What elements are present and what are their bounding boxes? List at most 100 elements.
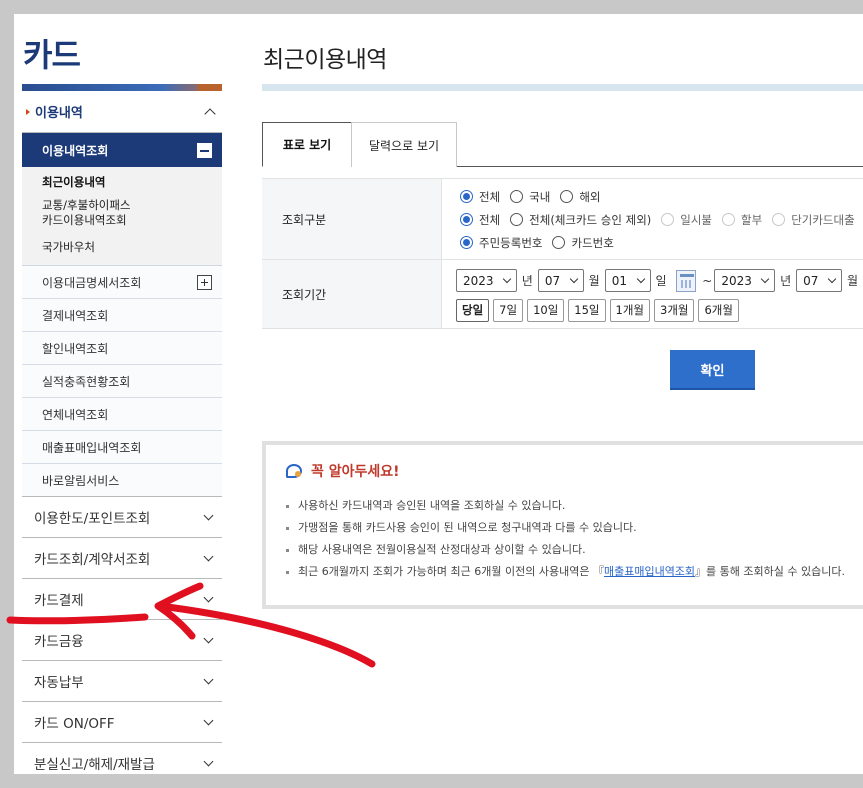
sidebar-subitem-voucher[interactable]: 국가바우처 [42, 232, 222, 259]
expand-icon[interactable] [197, 274, 212, 290]
end-year-select[interactable]: 2023 [714, 269, 776, 292]
sidebar-item-label: 매출표매입내역조회 [42, 440, 142, 455]
radio-installment[interactable]: 할부 [722, 212, 762, 228]
sidebar-item-statement[interactable]: 이용대금명세서조회 [22, 266, 222, 299]
radio-overseas[interactable]: 해외 [560, 189, 601, 205]
start-year-select[interactable]: 2023 [456, 269, 517, 292]
period-buttons: 당일 7일 10일 15일 1개월 3개월 6개월 [456, 298, 863, 322]
sidebar-title: 카드 [23, 36, 81, 74]
sidebar-item-label: 바로알림서비스 [42, 473, 120, 488]
notice-item: 사용하신 카드내역과 승인된 내역을 조회하실 수 있습니다. [286, 495, 863, 517]
sidebar-item-payment-history[interactable]: 결제내역조회 [22, 299, 222, 332]
form-value: 2023 년 07 월 01 일 ~ 2023 년 07 월 당일 7일 10일 [442, 260, 863, 328]
period-7d-button[interactable]: 7일 [493, 298, 524, 322]
sidebar-section-usage[interactable]: 이용내역 [22, 91, 222, 133]
sidebar-item-label: 이용대금명세서조회 [42, 275, 142, 290]
sidebar-menu-label: 분실신고/해제/재발급 [34, 757, 155, 773]
sidebar-menu-card-payment[interactable]: 카드결제 [22, 579, 222, 620]
sidebar-subitem-recent[interactable]: 최근이용내역 [42, 171, 222, 194]
radio-checked-icon [460, 213, 473, 226]
tab-calendar-view[interactable]: 달력으로 보기 [351, 122, 457, 167]
form-row-period: 조회기간 2023 년 07 월 01 일 ~ 2023 년 07 월 당일 7… [262, 260, 863, 329]
sidebar-menu-label: 카드결제 [34, 593, 84, 609]
sidebar-item-label: 연체내역조회 [42, 407, 109, 422]
notice-item: 최근 6개월까지 조회가 가능하며 최근 6개월 이전의 사용내역은 『매출표매… [286, 561, 863, 583]
radio-label: 일시불 [680, 212, 713, 227]
period-today-button[interactable]: 당일 [456, 298, 490, 322]
view-tabs: 표로 보기 달력으로 보기 [262, 122, 863, 167]
notice-text: 최근 6개월까지 조회가 가능하며 최근 6개월 이전의 사용내역은 『 [298, 565, 604, 578]
unit-label: 년 [780, 274, 792, 288]
sidebar-menu-limit-points[interactable]: 이용한도/포인트조회 [22, 497, 222, 538]
notice-item: 해당 사용내역은 전월이용실적 산정대상과 상이할 수 있습니다. [286, 539, 863, 561]
sidebar-decoration [22, 84, 222, 91]
sidebar-section-label: 이용내역 [26, 102, 83, 121]
date-range: 2023 년 07 월 01 일 ~ 2023 년 07 월 [456, 268, 863, 293]
chevron-down-icon [827, 274, 837, 284]
period-3m-button[interactable]: 3개월 [654, 298, 695, 322]
sidebar-menu-label: 이용한도/포인트조회 [34, 511, 151, 527]
chevron-down-icon [203, 674, 214, 684]
tab-table-view[interactable]: 표로 보기 [262, 122, 352, 167]
sidebar-menu-label: 카드 ON/OFF [34, 716, 115, 732]
notice-list: 사용하신 카드내역과 승인된 내역을 조회하실 수 있습니다. 가맹점을 통해 … [286, 495, 863, 583]
search-form: 조회구분 전체 국내 해외 전체 전체(체크카드 승인 제외) 일시불 할부 단… [262, 178, 863, 329]
notice-box: 꼭 알아두세요! 사용하신 카드내역과 승인된 내역을 조회하실 수 있습니다.… [262, 441, 863, 609]
sidebar-item-alert[interactable]: 바로알림서비스 [22, 464, 222, 497]
radio-short-loan[interactable]: 단기카드대출 [772, 212, 855, 228]
sales-slip-link[interactable]: 매출표매입내역조회 [604, 565, 695, 578]
chevron-down-icon [203, 510, 214, 520]
radio-icon [510, 190, 524, 203]
chevron-down-icon [203, 633, 214, 643]
sidebar-menu-card-onoff[interactable]: 카드 ON/OFF [22, 702, 222, 743]
sidebar-item-label: 할인내역조회 [42, 341, 109, 356]
period-10d-button[interactable]: 10일 [527, 298, 565, 322]
radio-label: 단기카드대출 [791, 212, 855, 227]
sidebar-item-label: 실적충족현황조회 [42, 374, 131, 389]
sidebar-menu-card-finance[interactable]: 카드금융 [22, 620, 222, 661]
sidebar-subitem-transport[interactable]: 교통/후불하이패스 카드이용내역조회 [42, 194, 222, 232]
radio-resident-number[interactable]: 주민등록번호 [460, 235, 542, 251]
calendar-icon[interactable] [675, 269, 697, 292]
radio-label: 해외 [579, 189, 601, 204]
collapse-icon[interactable] [197, 143, 212, 158]
unit-label: 월 [588, 274, 600, 288]
form-value: 전체 국내 해외 전체 전체(체크카드 승인 제외) 일시불 할부 단기카드대출… [442, 179, 863, 259]
radio-domestic[interactable]: 국내 [510, 189, 550, 205]
sidebar-menu-label: 카드금융 [34, 634, 84, 650]
sidebar-menu-lost-report[interactable]: 분실신고/해제/재발급 [22, 743, 222, 774]
chevron-down-icon [569, 274, 578, 284]
radio-lump-sum[interactable]: 일시불 [661, 212, 712, 228]
radio-icon [722, 213, 736, 226]
period-6m-button[interactable]: 6개월 [698, 298, 739, 322]
chevron-down-icon [760, 274, 770, 284]
select-value: 07 [803, 273, 819, 288]
select-value: 2023 [463, 273, 494, 288]
period-15d-button[interactable]: 15일 [568, 298, 606, 322]
page-title: 최근이용내역 [263, 47, 387, 73]
sidebar-item-sales-slip[interactable]: 매출표매입내역조회 [22, 431, 222, 464]
sidebar-item-overdue[interactable]: 연체내역조회 [22, 398, 222, 431]
radio-all-region[interactable]: 전체 [460, 189, 500, 205]
end-month-select[interactable]: 07 [796, 269, 842, 292]
radio-all-excl-check[interactable]: 전체(체크카드 승인 제외) [510, 212, 651, 228]
start-day-select[interactable]: 01 [604, 269, 651, 292]
radio-icon [552, 236, 566, 249]
chevron-down-icon [636, 274, 645, 284]
sidebar-sub-active[interactable]: 이용내역조회 [22, 133, 222, 167]
sidebar-item-performance[interactable]: 실적충족현황조회 [22, 365, 222, 398]
chevron-up-icon [204, 107, 216, 120]
sidebar-menu-card-contract[interactable]: 카드조회/계약서조회 [22, 538, 222, 579]
chevron-down-icon [203, 551, 214, 561]
confirm-button[interactable]: 확인 [670, 350, 755, 390]
speech-bubble-icon [286, 464, 302, 478]
radio-group-type: 전체 전체(체크카드 승인 제외) 일시불 할부 단기카드대출 [460, 208, 863, 231]
start-month-select[interactable]: 07 [537, 269, 584, 292]
period-1m-button[interactable]: 1개월 [609, 298, 650, 322]
sidebar-menu-auto-pay[interactable]: 자동납부 [22, 661, 222, 702]
radio-card-number[interactable]: 카드번호 [552, 235, 614, 251]
radio-all-type[interactable]: 전체 [460, 212, 500, 228]
range-separator: ~ [702, 273, 713, 288]
sidebar-item-discount[interactable]: 할인내역조회 [22, 332, 222, 365]
notice-item: 가맹점을 통해 카드사용 승인이 된 내역으로 청구내역과 다를 수 있습니다. [286, 517, 863, 539]
